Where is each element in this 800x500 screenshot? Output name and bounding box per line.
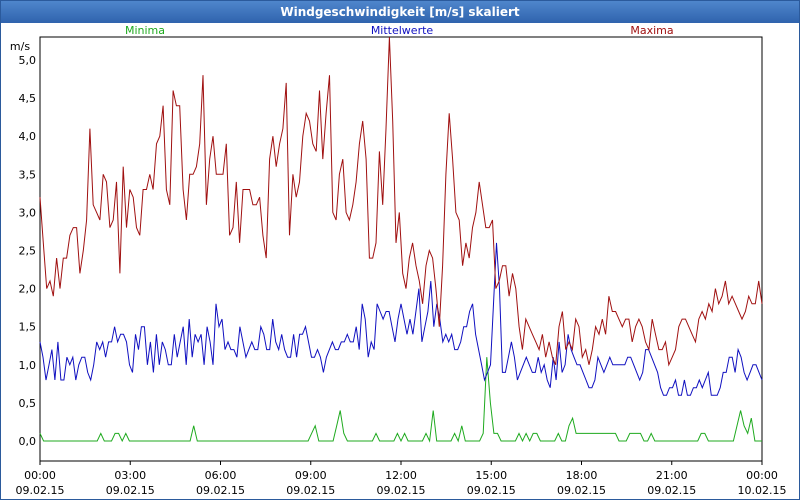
y-tick-label: 1,0: [19, 359, 37, 372]
wind-speed-chart: 0,0 0,5 1,0 1,5 2,0 2,5 3,0 3,5 4,0 4,5 5,0m/s 00:…: [10, 24, 787, 497]
y-tick-labels: 0,0 0,5 1,0 1,5 2,0 2,5 3,0 3,5 4,0 4,5 5,0m/s: [10, 40, 36, 448]
x-tick-date: 09.02.15: [16, 484, 65, 497]
y-tick-label: 2,0: [19, 283, 37, 296]
x-tick-date: 09.02.15: [377, 484, 426, 497]
y-tick-label: 4,0: [19, 130, 37, 143]
y-tick-label: 4,5: [19, 92, 37, 105]
y-tick-label: 3,5: [19, 168, 37, 181]
x-tick-time: 12:00: [385, 469, 417, 482]
y-tick-label: 2,5: [19, 245, 37, 258]
x-tick-date: 09.02.15: [196, 484, 245, 497]
x-tick-date: 09.02.15: [647, 484, 696, 497]
x-tick-date: 09.02.15: [286, 484, 335, 497]
x-tick-time: 06:00: [205, 469, 237, 482]
y-tick-label: 0,0: [19, 435, 37, 448]
x-tick-time: 00:00: [24, 469, 56, 482]
legend: Minima Mittelwerte Maxima: [125, 24, 674, 37]
y-tick-label: 0,5: [19, 397, 37, 410]
y-axis-unit: m/s: [10, 40, 30, 53]
x-tick-time: 00:00: [746, 469, 778, 482]
x-tick-date: 09.02.15: [557, 484, 606, 497]
legend-minima: Minima: [125, 24, 165, 37]
x-tick-date: 09.02.15: [467, 484, 516, 497]
x-tick-time: 18:00: [566, 469, 598, 482]
y-tick-label: 5,0: [19, 54, 37, 67]
legend-mittelwerte: Mittelwerte: [371, 24, 434, 37]
y-tick-label: 1,5: [19, 321, 37, 334]
x-tick-time: 15:00: [475, 469, 507, 482]
x-tick-labels: 00:00 09.02.15 03:00 09.02.15 06:00 09.02.15 0…: [16, 469, 787, 497]
x-tick-time: 03:00: [114, 469, 146, 482]
x-tick-date: 09.02.15: [106, 484, 155, 497]
x-tick-date: 10.02.15: [738, 484, 787, 497]
legend-maxima: Maxima: [630, 24, 673, 37]
y-tick-label: 3,0: [19, 206, 37, 219]
x-tick-time: 21:00: [656, 469, 688, 482]
x-tick-time: 09:00: [295, 469, 327, 482]
